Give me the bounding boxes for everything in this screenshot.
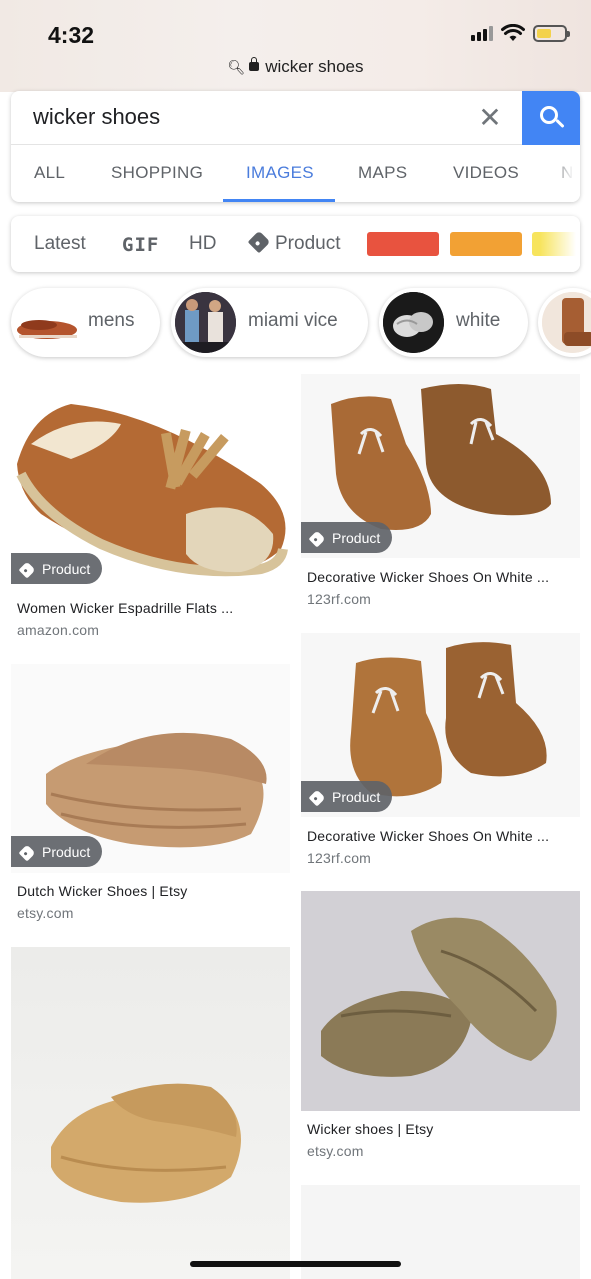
result-thumbnail[interactable]: [301, 891, 580, 1111]
badge-label: Product: [332, 788, 381, 805]
filter-gif[interactable]: GIF: [122, 234, 159, 256]
image-result[interactable]: [11, 947, 290, 1279]
result-source: etsy.com: [307, 1143, 364, 1159]
badge-label: Product: [42, 843, 91, 860]
image-result[interactable]: Product Decorative Wicker Shoes On White…: [301, 633, 580, 873]
tag-icon: [308, 530, 326, 547]
result-title: Women Wicker Espadrille Flats ...: [17, 600, 234, 616]
product-badge: Product: [301, 781, 393, 812]
filter-latest[interactable]: Latest: [34, 233, 86, 255]
lock-icon: [249, 57, 260, 71]
badge-label: Product: [332, 529, 381, 546]
image-result[interactable]: Product Women Wicker Espadrille Flats ..…: [11, 374, 290, 644]
result-source: etsy.com: [17, 905, 74, 921]
chip-label: miami vice: [248, 310, 338, 331]
tab-all[interactable]: ALL: [34, 163, 65, 183]
battery-icon: [533, 24, 570, 42]
image-result[interactable]: Product Decorative Wicker Shoes On White…: [301, 374, 580, 614]
tag-icon: [18, 844, 36, 861]
result-source: 123rf.com: [307, 591, 372, 607]
chip-image: [11, 292, 81, 353]
chip-more[interactable]: [538, 288, 591, 357]
chip-image: [383, 292, 444, 353]
tab-shopping[interactable]: SHOPPING: [111, 163, 203, 183]
tab-videos[interactable]: VIDEOS: [453, 163, 519, 183]
result-thumbnail[interactable]: [11, 947, 290, 1279]
chip-label: mens: [88, 310, 135, 331]
status-time: 4:32: [48, 22, 95, 48]
wifi-icon: [501, 24, 525, 41]
status-icons: [471, 24, 570, 42]
color-filter-red[interactable]: [367, 232, 439, 256]
result-title: Decorative Wicker Shoes On White ...: [307, 828, 550, 844]
tab-maps[interactable]: MAPS: [358, 163, 407, 183]
result-source: 123rf.com: [307, 850, 372, 866]
search-button[interactable]: [522, 91, 580, 145]
search-row: ✕: [11, 91, 580, 145]
filter-hd[interactable]: HD: [189, 233, 216, 255]
tag-icon: [247, 230, 271, 254]
tab-images[interactable]: IMAGES: [246, 163, 314, 183]
result-source: amazon.com: [17, 622, 100, 638]
address-bar[interactable]: 🔍︎ wicker shoes: [0, 57, 591, 77]
url-text: wicker shoes: [265, 57, 364, 76]
result-title: Dutch Wicker Shoes | Etsy: [17, 883, 188, 899]
product-badge: Product: [11, 553, 103, 584]
search-card: ✕ ALL SHOPPING IMAGES MAPS VIDEOS NE: [11, 91, 580, 202]
chip-white[interactable]: white: [379, 288, 528, 357]
search-input[interactable]: [33, 101, 453, 133]
search-tabs: ALL SHOPPING IMAGES MAPS VIDEOS NE: [11, 146, 580, 202]
cellular-signal-icon: [471, 25, 493, 41]
product-badge: Product: [11, 836, 103, 867]
result-title: Wicker shoes | Etsy: [307, 1121, 434, 1137]
search-small-icon: 🔍︎: [227, 59, 246, 75]
image-result[interactable]: Product Dutch Wicker Shoes | Etsy etsy.c…: [11, 664, 290, 924]
home-indicator[interactable]: [190, 1261, 401, 1267]
tag-icon: [18, 561, 36, 578]
chip-label: white: [456, 310, 501, 331]
image-result[interactable]: Wicker shoes | Etsy etsy.com: [301, 891, 580, 1161]
filter-bar: Latest GIF HD Product: [11, 216, 580, 272]
chip-image: [542, 292, 591, 353]
product-badge: Product: [301, 522, 393, 553]
chip-image: [175, 292, 236, 353]
badge-label: Product: [42, 560, 91, 577]
active-tab-indicator: [223, 199, 335, 202]
chip-mens[interactable]: mens: [11, 288, 160, 357]
tag-icon: [308, 789, 326, 806]
screen: 4:32 🔍︎ wicker shoes ✕ ALL SHOPPING IMAGE…: [0, 0, 591, 1279]
filter-product[interactable]: Product: [247, 230, 341, 255]
filter-product-label: Product: [275, 233, 341, 254]
result-title: Decorative Wicker Shoes On White ...: [307, 569, 550, 585]
clear-icon[interactable]: ✕: [475, 103, 505, 133]
color-filter-orange[interactable]: [450, 232, 522, 256]
chip-miami-vice[interactable]: miami vice: [171, 288, 368, 357]
